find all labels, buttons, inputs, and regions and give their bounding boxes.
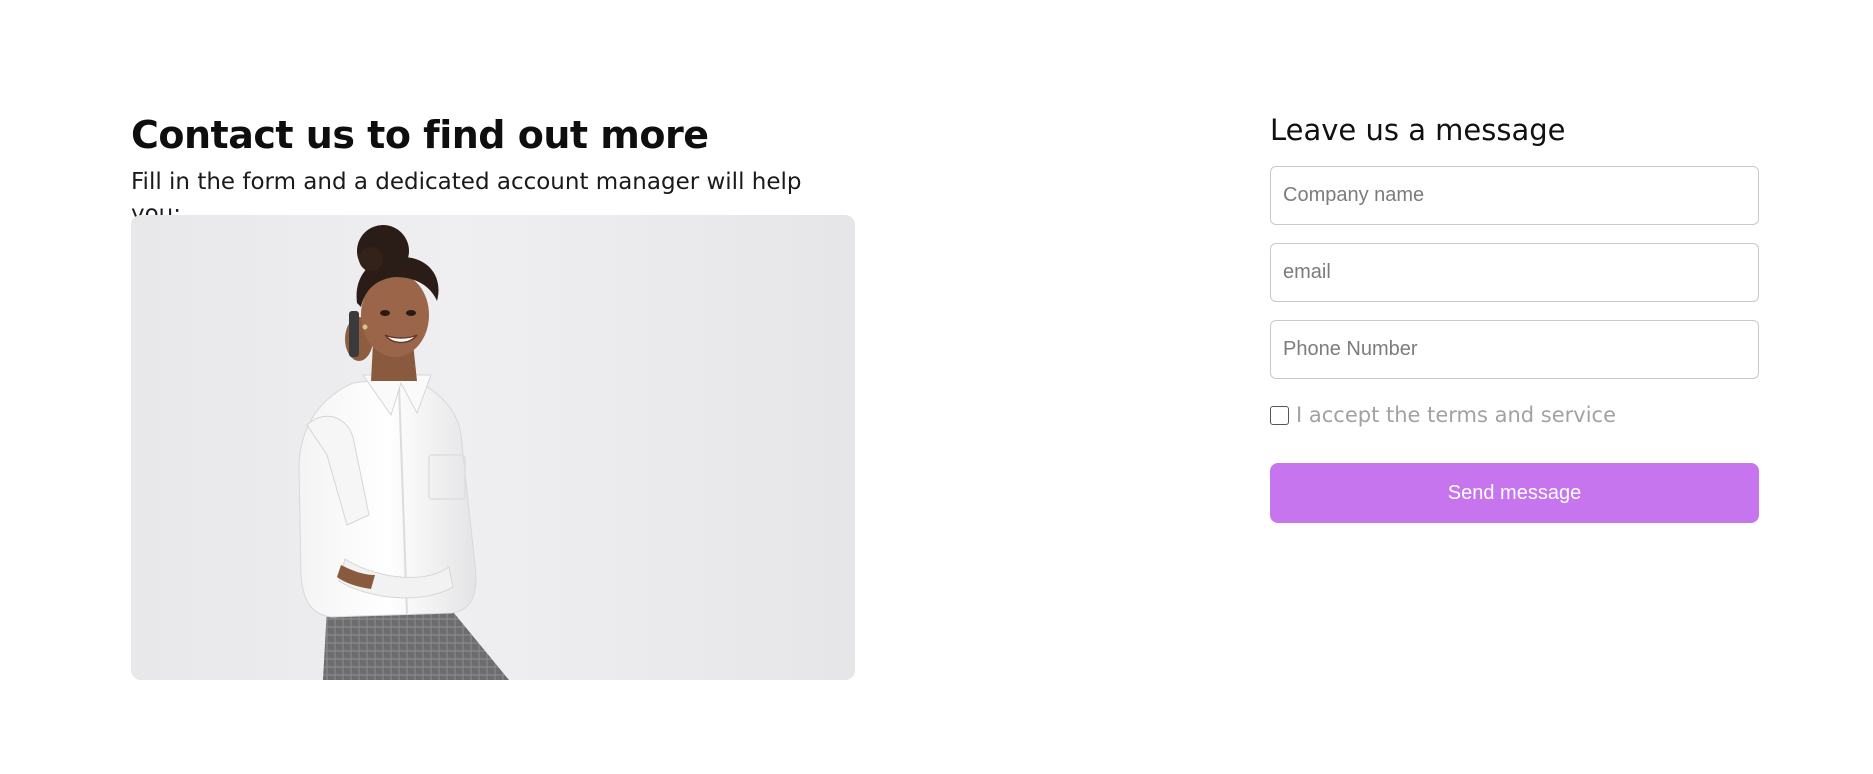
company-name-input[interactable] <box>1270 166 1759 225</box>
message-form: Leave us a message I accept the terms an… <box>1270 108 1760 523</box>
terms-row[interactable]: I accept the terms and service <box>1270 401 1760 429</box>
terms-checkbox[interactable] <box>1270 405 1289 425</box>
send-message-button[interactable]: Send message <box>1270 463 1759 523</box>
woman-on-phone-illustration <box>298 225 509 680</box>
page-title: Contact us to find out more <box>131 113 709 157</box>
hero-photo <box>131 215 855 680</box>
contact-info: Contact us to find out more Fill in the … <box>131 112 855 680</box>
phone-number-input[interactable] <box>1270 320 1759 379</box>
email-input[interactable] <box>1270 243 1759 302</box>
contact-section: Contact us to find out more Fill in the … <box>0 0 1873 774</box>
terms-label[interactable]: I accept the terms and service <box>1296 401 1616 429</box>
form-title: Leave us a message <box>1270 113 1566 147</box>
